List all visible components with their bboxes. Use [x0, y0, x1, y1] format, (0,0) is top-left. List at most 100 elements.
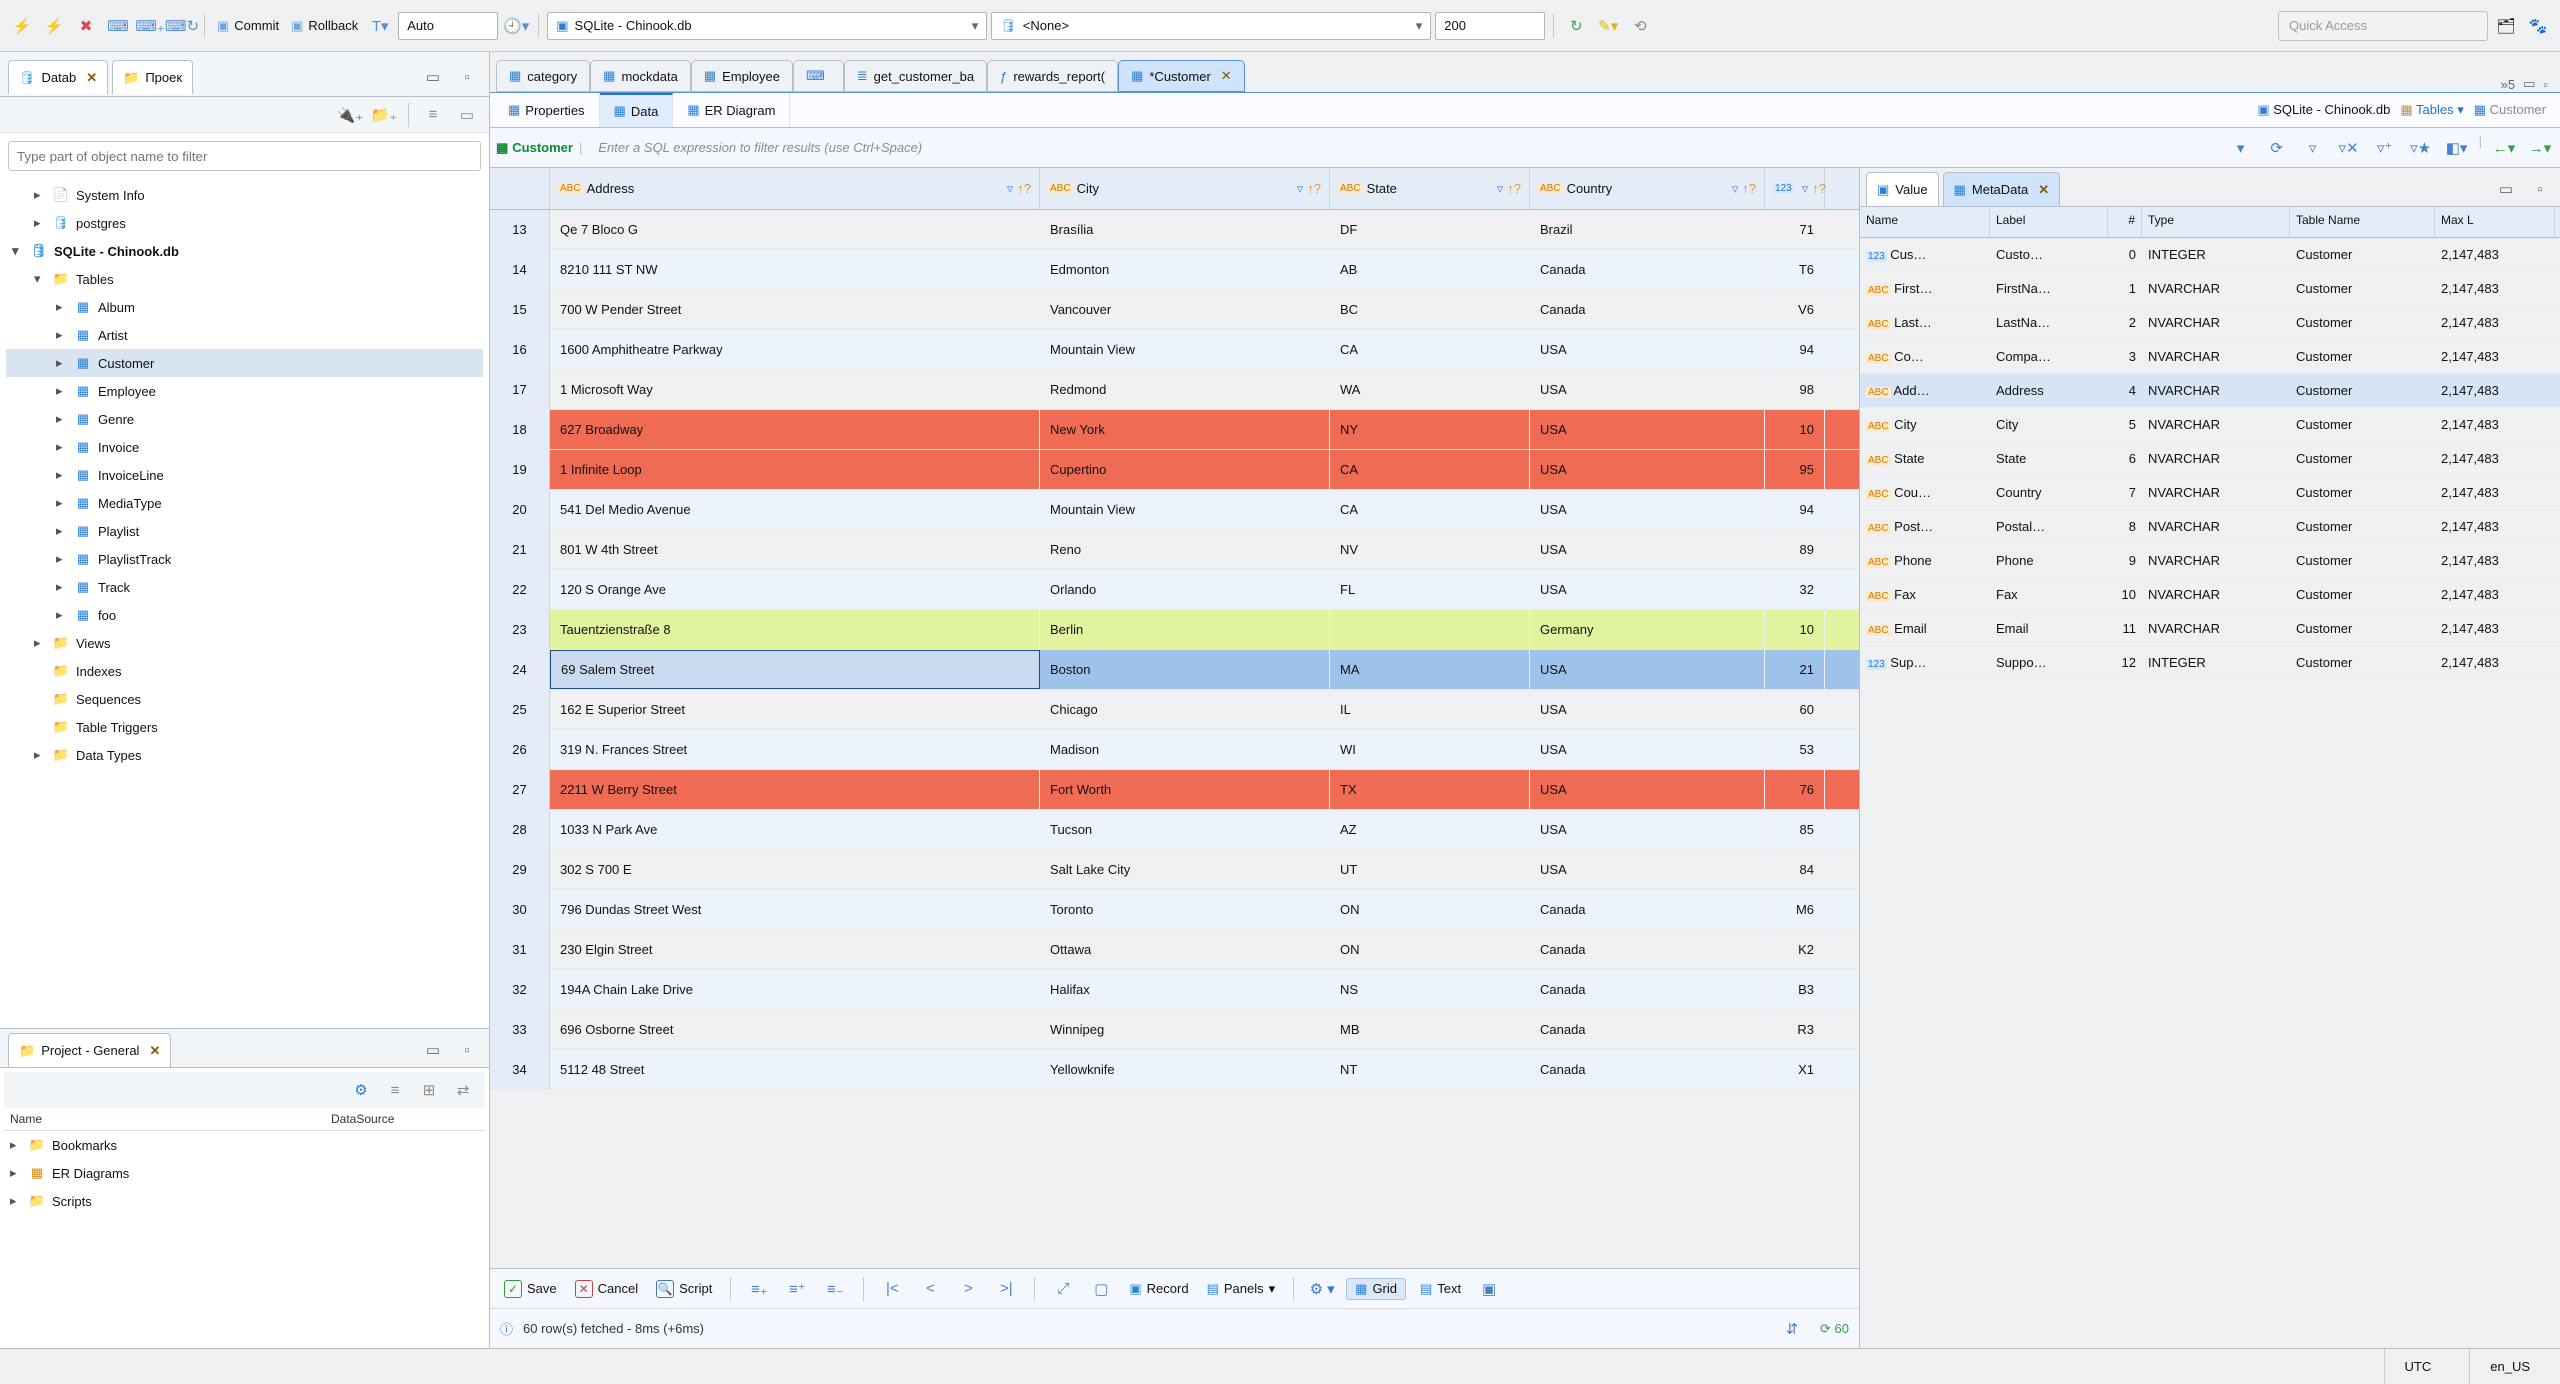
navigator-filter-input[interactable] — [8, 141, 481, 171]
link-icon[interactable]: ⇄ — [449, 1076, 477, 1104]
metadata-row[interactable]: ABC Co…Compa…3NVARCHARCustomer2,147,483 — [1860, 340, 2560, 374]
subtab-properties[interactable]: ▦Properties — [494, 93, 600, 127]
cell-icon[interactable]: ▢ — [1087, 1275, 1115, 1303]
editor-tab[interactable]: ⌨ — [793, 60, 844, 92]
data-grid[interactable]: 13Qe 7 Bloco GBrasíliaDFBrazil71148210 1… — [490, 210, 1859, 1268]
meta-col-hash[interactable]: # — [2108, 207, 2142, 237]
next-icon[interactable]: > — [954, 1275, 982, 1303]
sql-recent-icon[interactable]: ⌨↻ — [168, 12, 196, 40]
table-row[interactable]: 30796 Dundas Street WestTorontoONCanadaM… — [490, 890, 1859, 930]
metadata-row[interactable]: ABC First…FirstNa…1NVARCHARCustomer2,147… — [1860, 272, 2560, 306]
editor-tab[interactable]: ≣get_customer_ba — [844, 60, 987, 92]
table-row[interactable]: 13Qe 7 Bloco GBrasíliaDFBrazil71 — [490, 210, 1859, 250]
tree-node[interactable]: ▸▦Customer — [6, 349, 483, 377]
minimize-view-icon[interactable]: ▭ — [419, 63, 447, 91]
gear-icon[interactable]: ⚙ — [347, 1076, 375, 1104]
link-icon[interactable]: ▭ — [453, 101, 481, 129]
editor-tab[interactable]: ▦*Customer✕ — [1118, 60, 1245, 92]
view-tab-databases[interactable]: 🛢Datab✕ — [8, 60, 108, 94]
execute-icon[interactable]: ↻ — [1562, 12, 1590, 40]
table-row[interactable]: 29302 S 700 ESalt Lake CityUTUSA84 — [490, 850, 1859, 890]
tree-node[interactable]: 📁Indexes — [6, 657, 483, 685]
breadcrumb-tables[interactable]: ▦ Tables ▾ — [2400, 102, 2463, 118]
editor-tab[interactable]: ▦mockdata — [590, 60, 691, 92]
table-row[interactable]: 20541 Del Medio AvenueMountain ViewCAUSA… — [490, 490, 1859, 530]
project-item[interactable]: ▸▦ER Diagrams — [4, 1159, 485, 1187]
table-row[interactable]: 31230 Elgin StreetOttawaONCanadaK2 — [490, 930, 1859, 970]
column-header-country[interactable]: ABCCountry▿↑? — [1530, 168, 1765, 209]
column-header-address[interactable]: ABCAddress▿↑? — [550, 168, 1040, 209]
filter-down-icon[interactable]: ▿⁺ — [2371, 134, 2399, 162]
metadata-row[interactable]: ABC Last…LastNa…2NVARCHARCustomer2,147,4… — [1860, 306, 2560, 340]
close-icon[interactable]: ✕ — [86, 70, 97, 86]
view-tab-project[interactable]: 📁Project - General✕ — [8, 1033, 171, 1067]
addrow-icon[interactable]: ≡₊ — [745, 1275, 773, 1303]
table-row[interactable]: 25162 E Superior StreetChicagoILUSA60 — [490, 690, 1859, 730]
panel-tab-value[interactable]: ▣Value — [1866, 172, 1939, 206]
sort-icon[interactable]: ↑? — [1017, 181, 1031, 197]
prev-icon[interactable]: < — [916, 1275, 944, 1303]
metadata-row[interactable]: ABC StateState6NVARCHARCustomer2,147,483 — [1860, 442, 2560, 476]
project-item[interactable]: ▸📁Scripts — [4, 1187, 485, 1215]
refresh-count[interactable]: ⟳ 60 — [1820, 1321, 1849, 1337]
tree-node[interactable]: 📁Sequences — [6, 685, 483, 713]
nav-fwd-icon[interactable]: →▾ — [2526, 134, 2554, 162]
grid-mode-button[interactable]: ▦ Grid — [1346, 1278, 1406, 1300]
minimize-icon[interactable]: ▭ — [2523, 76, 2535, 92]
refresh-icon[interactable]: ⟳ — [2263, 134, 2291, 162]
metadata-row[interactable]: ABC PhonePhone9NVARCHARCustomer2,147,483 — [1860, 544, 2560, 578]
tree-node[interactable]: ▸📁Views — [6, 629, 483, 657]
minimize-icon[interactable]: ▭ — [2492, 175, 2520, 203]
filter-x-icon[interactable]: ▿✕ — [2335, 134, 2363, 162]
filter-icon[interactable]: ▿ — [1297, 181, 1304, 197]
zoom-icon[interactable]: ⤢ — [1049, 1275, 1077, 1303]
table-row[interactable]: 272211 W Berry StreetFort WorthTXUSA76 — [490, 770, 1859, 810]
close-icon[interactable]: ✕ — [1221, 68, 1232, 84]
sql-editor-icon[interactable]: ⌨ — [104, 12, 132, 40]
gear-icon[interactable]: ⚙ ▾ — [1308, 1275, 1336, 1303]
tree-node[interactable]: 📁Table Triggers — [6, 713, 483, 741]
close-icon[interactable]: ✕ — [149, 1043, 160, 1059]
expand-icon[interactable]: ⊞ — [415, 1076, 443, 1104]
table-row[interactable]: 26319 N. Frances StreetMadisonWIUSA53 — [490, 730, 1859, 770]
tree-node[interactable]: ▸▦Track — [6, 573, 483, 601]
schema-combo[interactable]: 🛢 <None>▾ — [991, 12, 1431, 40]
filter-icon[interactable]: ▿ — [1802, 181, 1809, 197]
tree-node[interactable]: ▸▦Album — [6, 293, 483, 321]
filter-icon[interactable]: ▿ — [1007, 181, 1014, 197]
connect-icon[interactable]: ⚡ — [8, 12, 36, 40]
minimize-icon[interactable]: ▭ — [419, 1036, 447, 1064]
tree-node[interactable]: ▸📁Data Types — [6, 741, 483, 769]
delrow-icon[interactable]: ≡₋ — [821, 1275, 849, 1303]
view-menu-icon[interactable]: ▫ — [453, 1036, 481, 1064]
collapse-icon[interactable]: ≡ — [381, 1076, 409, 1104]
overflow-count[interactable]: »5 — [2501, 77, 2515, 92]
sort-icon[interactable]: ↑? — [1812, 181, 1826, 197]
fetch-size-input[interactable]: 200 — [1435, 12, 1545, 40]
filter-star-icon[interactable]: ▿★ — [2407, 134, 2435, 162]
tree-node[interactable]: ▸▦InvoiceLine — [6, 461, 483, 489]
row-count-icon[interactable]: ⇵ — [1778, 1315, 1806, 1343]
txn-mode-icon[interactable]: T▾ — [366, 12, 394, 40]
tree-node[interactable]: ▸▦PlaylistTrack — [6, 545, 483, 573]
column-header-state[interactable]: ABCState▿↑? — [1330, 168, 1530, 209]
filter-dropdown-icon[interactable]: ▾ — [2227, 134, 2255, 162]
collapse-icon[interactable]: ≡ — [419, 101, 447, 129]
project-item[interactable]: ▸📁Bookmarks — [4, 1131, 485, 1159]
tree-node[interactable]: ▸📄System Info — [6, 181, 483, 209]
tree-node[interactable]: ▸▦MediaType — [6, 489, 483, 517]
highlight-icon[interactable]: ✎▾ — [1594, 12, 1622, 40]
commit-button[interactable]: ▣ Commit — [213, 16, 283, 36]
table-row[interactable]: 21801 W 4th StreetRenoNVUSA89 — [490, 530, 1859, 570]
rollback-button[interactable]: ▣ Rollback — [287, 16, 362, 36]
tree-node[interactable]: ▸▦Genre — [6, 405, 483, 433]
column-header-extra[interactable]: 123▿↑? — [1765, 168, 1825, 209]
new-connection-icon[interactable]: 🔌₊ — [336, 101, 364, 129]
tree-node[interactable]: ▸▦Playlist — [6, 517, 483, 545]
table-row[interactable]: 18627 BroadwayNew YorkNYUSA10 — [490, 410, 1859, 450]
metadata-row[interactable]: ABC EmailEmail11NVARCHARCustomer2,147,48… — [1860, 612, 2560, 646]
table-row[interactable]: 2469 Salem StreetBostonMAUSA21 — [490, 650, 1859, 690]
metadata-grid[interactable]: 123 Cus…Custo…0INTEGERCustomer2,147,483A… — [1860, 238, 2560, 1348]
disconnect-icon[interactable]: ✖ — [72, 12, 100, 40]
breadcrumb-table[interactable]: ▦ Customer — [2474, 102, 2546, 118]
